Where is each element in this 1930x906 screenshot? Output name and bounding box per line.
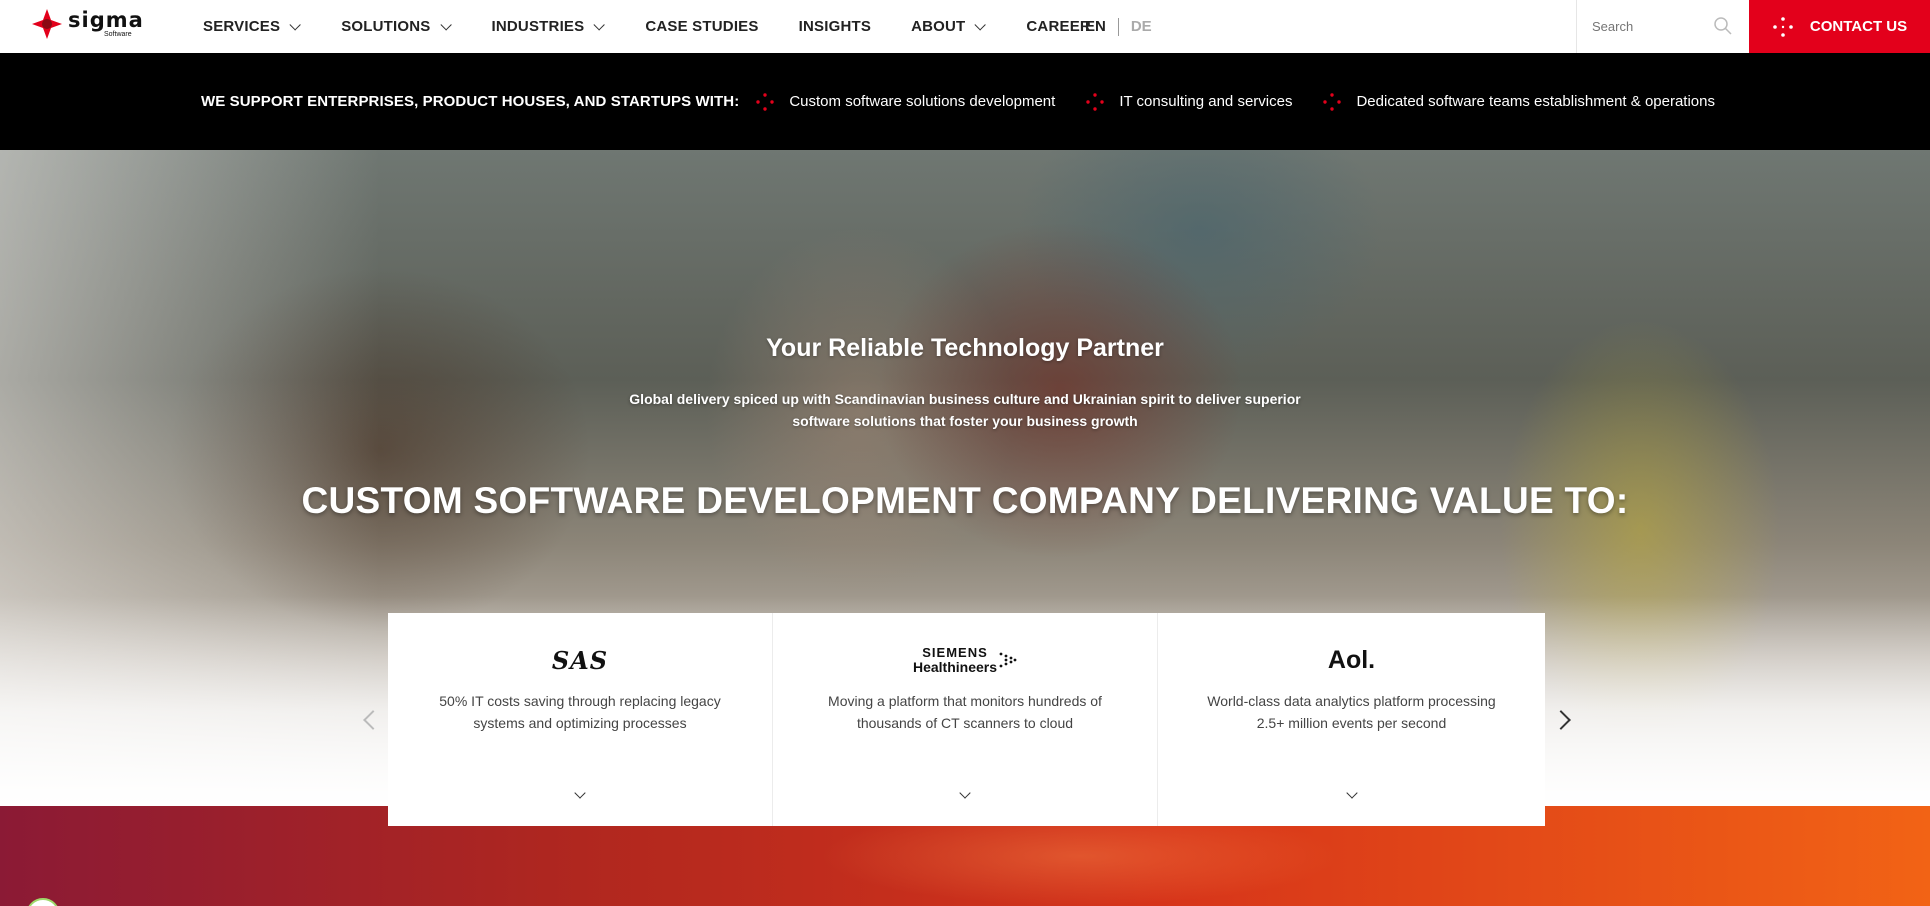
case-carousel: SAS 50% IT costs saving through replacin… [388, 613, 1545, 826]
red-dots-icon [1086, 92, 1105, 111]
logo-subtitle: Software [104, 31, 132, 38]
service-link-dedicated-teams[interactable]: Dedicated software teams establishment &… [1322, 92, 1729, 112]
hero-subtitle: Global delivery spiced up with Scandinav… [629, 391, 1301, 429]
contact-us-button[interactable]: CONTACT US [1749, 0, 1930, 53]
service-label: Dedicated software teams establishment &… [1356, 93, 1715, 110]
chevron-down-icon[interactable] [574, 787, 586, 799]
lang-de[interactable]: DE [1131, 18, 1152, 35]
logo-word: sigma [68, 8, 144, 32]
siemens-logo-top: SIEMENS [922, 645, 988, 660]
hero-headline: CUSTOM SOFTWARE DEVELOPMENT COMPANY DELI… [301, 480, 1629, 521]
service-label: IT consulting and services [1119, 93, 1293, 110]
services-strip-heading: WE SUPPORT ENTERPRISES, PRODUCT HOUSES, … [201, 93, 740, 110]
aol-logo: Aol. [1158, 643, 1545, 677]
nav-insights[interactable]: INSIGHTS [799, 18, 871, 35]
main-menu: SERVICES SOLUTIONS INDUSTRIES CASE STUDI… [203, 0, 1091, 53]
case-card-siemens[interactable]: SIEMENS Healthineers Moving a platform t… [773, 613, 1158, 826]
nav-career-label: CAREER [1026, 18, 1091, 35]
contact-us-label: CONTACT US [1809, 18, 1908, 35]
top-navigation: sigma Software SERVICES SOLUTIONS INDUST… [0, 0, 1930, 53]
chevron-down-icon[interactable] [959, 787, 971, 799]
case-card-sas[interactable]: SAS 50% IT costs saving through replacin… [388, 613, 773, 826]
language-switcher: EN DE [1085, 0, 1152, 53]
search-icon[interactable] [1713, 16, 1733, 36]
case-description: World-class data analytics platform proc… [1207, 693, 1496, 731]
chevron-down-icon [974, 18, 987, 31]
siemens-logo-bottom: Healthineers [912, 659, 998, 675]
nav-solutions-label: SOLUTIONS [341, 18, 431, 35]
red-dots-icon [756, 92, 775, 111]
service-link-it-consulting[interactable]: IT consulting and services [1085, 92, 1306, 112]
search-input[interactable] [1592, 19, 1712, 34]
dots-icon [1773, 16, 1793, 37]
search-box [1576, 0, 1749, 53]
nav-case-studies[interactable]: CASE STUDIES [645, 18, 758, 35]
chevron-down-icon [289, 18, 301, 31]
nav-industries[interactable]: INDUSTRIES [491, 18, 606, 35]
sas-logo-text: SAS [551, 645, 609, 675]
lang-divider [1117, 17, 1119, 36]
healthineers-dots-icon [999, 652, 1017, 668]
sas-logo: SAS [388, 643, 772, 677]
service-label: Custom software solutions development [789, 93, 1056, 110]
nav-career[interactable]: CAREER [1026, 18, 1091, 35]
nav-industries-label: INDUSTRIES [491, 18, 585, 35]
nav-case-studies-label: CASE STUDIES [645, 18, 759, 35]
lang-en[interactable]: EN [1085, 18, 1106, 35]
nav-services[interactable]: SERVICES [203, 18, 301, 35]
service-link-custom-software[interactable]: Custom software solutions development [755, 92, 1069, 112]
nav-insights-label: INSIGHTS [798, 18, 872, 35]
services-strip: WE SUPPORT ENTERPRISES, PRODUCT HOUSES, … [0, 53, 1930, 150]
nav-about[interactable]: ABOUT [911, 18, 987, 35]
siemens-healthineers-logo: SIEMENS Healthineers [773, 643, 1157, 677]
sigma-logo-icon [32, 9, 62, 39]
chevron-down-icon [593, 18, 606, 31]
chevron-down-icon[interactable] [1345, 787, 1358, 799]
case-description: Moving a platform that monitors hundreds… [828, 693, 1102, 731]
aol-logo-text: Aol. [1327, 645, 1376, 674]
case-description: 50% IT costs saving through replacing le… [439, 693, 721, 731]
chevron-down-icon [439, 18, 452, 31]
nav-about-label: ABOUT [911, 18, 966, 35]
nav-solutions[interactable]: SOLUTIONS [341, 18, 452, 35]
nav-services-label: SERVICES [203, 18, 281, 35]
hero-title: Your Reliable Technology Partner [766, 334, 1164, 362]
red-dots-icon [1323, 92, 1342, 111]
sigma-logo[interactable]: sigma Software [30, 7, 144, 41]
case-card-aol[interactable]: Aol. World-class data analytics platform… [1158, 613, 1545, 826]
logo-text: sigma Software [68, 8, 144, 39]
